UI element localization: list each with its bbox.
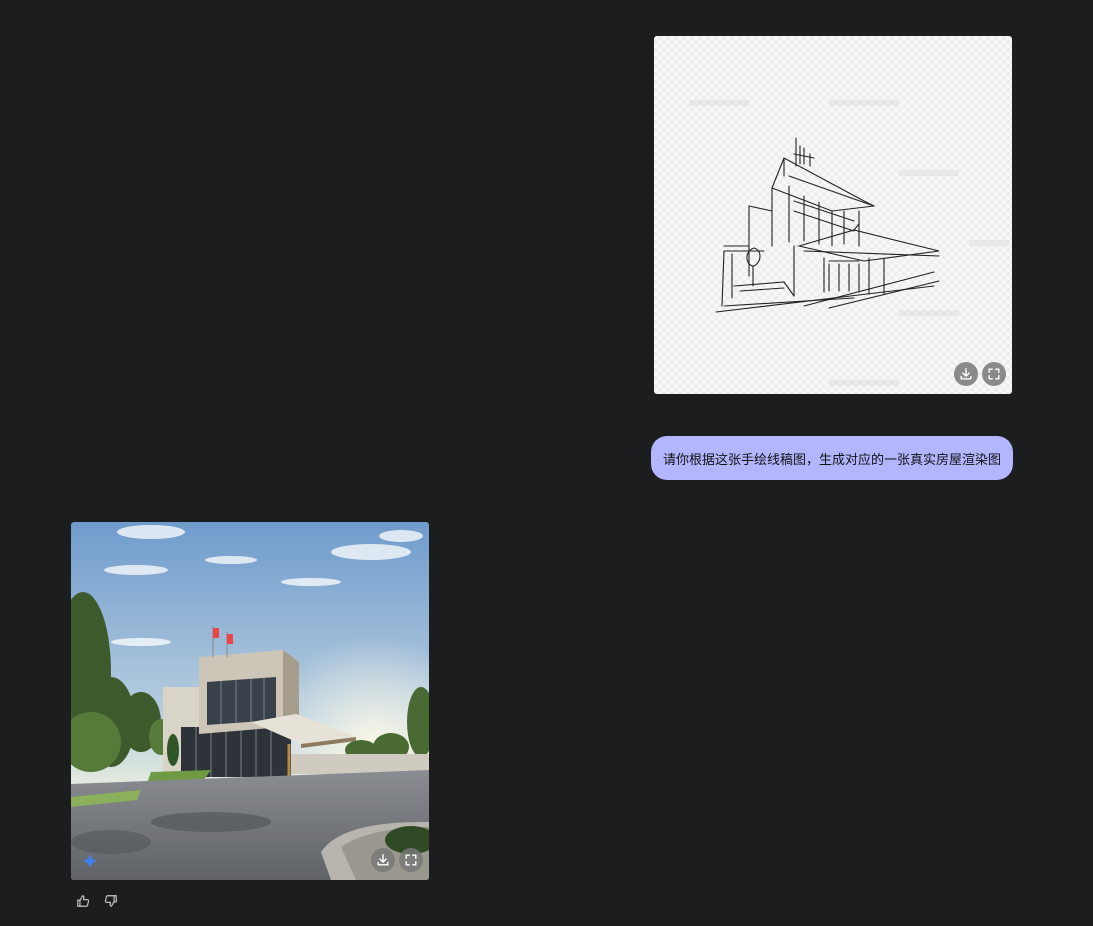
fullscreen-icon (405, 854, 417, 866)
download-button[interactable] (954, 362, 978, 386)
user-sketch-image[interactable] (654, 36, 1012, 394)
thumbs-up-icon[interactable] (76, 894, 90, 908)
fullscreen-icon (988, 368, 1000, 380)
download-button[interactable] (371, 848, 395, 872)
chat-page: 请你根据这张手绘线稿图，生成对应的一张真实房屋渲染图 (0, 0, 1093, 926)
fullscreen-button[interactable] (982, 362, 1006, 386)
house-render (71, 522, 429, 880)
download-icon (377, 854, 389, 866)
fullscreen-button[interactable] (399, 848, 423, 872)
architecture-sketch (689, 100, 1009, 386)
user-message-bubble: 请你根据这张手绘线稿图，生成对应的一张真实房屋渲染图 (650, 436, 1013, 480)
sparkle-icon (82, 853, 98, 869)
user-message-text: 请你根据这张手绘线稿图，生成对应的一张真实房屋渲染图 (662, 452, 1001, 468)
download-icon (960, 368, 972, 380)
generated-render-image[interactable] (71, 522, 429, 880)
response-feedback (76, 894, 118, 908)
thumbs-down-icon[interactable] (104, 894, 118, 908)
render-image-actions (371, 848, 423, 872)
user-image-actions (954, 362, 1006, 386)
